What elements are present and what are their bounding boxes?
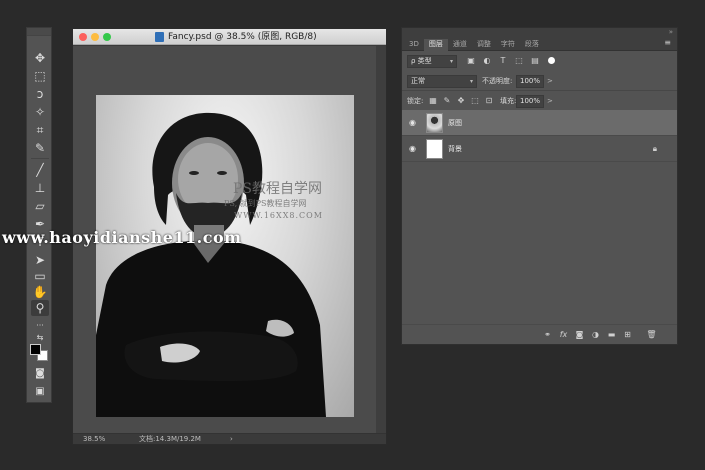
filter-kind-select[interactable]: ρ 类型 ▾ (407, 55, 457, 68)
lock-artboard-icon[interactable]: ⬚ (470, 96, 480, 106)
brush-tool-icon[interactable]: ╱ (31, 162, 49, 178)
blend-mode-value: 正常 (411, 77, 425, 85)
tab-layers[interactable]: 图层 (423, 39, 448, 51)
magic-wand-tool-icon[interactable]: ✧ (31, 104, 49, 120)
layer-name[interactable]: 原图 (448, 117, 462, 129)
lock-image-pixels-icon[interactable]: ✎ (442, 96, 452, 106)
fill-slider-caret[interactable]: > (547, 92, 553, 111)
layer-row-background[interactable]: ◉ 背景 🔒︎ (402, 136, 677, 162)
portrait-photo[interactable] (96, 95, 354, 417)
hand-tool-icon[interactable]: ✋ (31, 284, 49, 300)
mask-icon[interactable]: ◙ (574, 329, 585, 340)
layers-bottom-toolbar: ⚭ fx ◙ ◑ ▬ ⊞ 🗑︎ (402, 324, 677, 344)
panel-tab-bar: » 3D 图层 通道 调整 字符 段落 ≡ (402, 28, 677, 51)
shape-icon[interactable]: ⬚ (514, 56, 524, 66)
quick-mask-icon[interactable]: ◙ (31, 366, 49, 382)
lock-row: 锁定: ▦ ✎ ✥ ⬚ ⊡ 填充: 100% > (402, 92, 677, 111)
marquee-tool-icon[interactable]: ⬚ (31, 68, 49, 84)
fx-icon[interactable]: fx (558, 329, 569, 340)
lock-transparent-pixels-icon[interactable]: ▦ (428, 96, 438, 106)
type-icon[interactable]: T (498, 56, 508, 66)
image-icon[interactable]: ▣ (466, 56, 476, 66)
watermark-brand: PS教程自学网 (233, 181, 323, 197)
filter-kind-value: ρ 类型 (411, 57, 432, 65)
layer-thumbnail (426, 139, 443, 159)
new-layer-icon[interactable]: ⊞ (622, 329, 633, 340)
document-title-bar[interactable]: Fancy.psd @ 38.5% (原图, RGB/8) (73, 29, 386, 45)
link-icon[interactable]: ⚭ (542, 329, 553, 340)
rectangle-tool-icon[interactable]: ▭ (31, 268, 49, 284)
zoom-tool-icon[interactable]: ⚲ (31, 300, 49, 316)
layer-list: ◉ 原图 ◉ 背景 🔒︎ (402, 110, 677, 320)
tab-3d[interactable]: 3D (404, 39, 424, 51)
layer-thumbnail (426, 113, 443, 133)
lock-position-icon[interactable]: ✥ (456, 96, 466, 106)
tools-panel: ✥ ⬚ ↄ ✧ ⌗ ✎ ╱ ⊥ ▱ ✒ T ➤ ▭ ✋ ⚲ ··· ⇆ ◙ ▣ (26, 27, 52, 403)
tools-panel-grip[interactable] (27, 28, 51, 36)
layers-panel: » 3D 图层 通道 调整 字符 段落 ≡ ρ 类型 ▾ ▣ ◐ T ⬚ ▤ 正… (401, 27, 678, 345)
blend-row: 正常 ▾ 不透明度: 100% > (402, 72, 677, 91)
close-window-button[interactable] (79, 33, 87, 41)
smart-object-icon[interactable]: ▤ (530, 56, 540, 66)
watermark-url-big: www.haoyidianshe11.com (2, 228, 242, 247)
lasso-tool-icon[interactable]: ↄ (31, 86, 49, 102)
eraser-tool-icon[interactable]: ▱ (31, 198, 49, 214)
tab-character[interactable]: 字符 (496, 39, 520, 51)
watermark-sub: PS, 就到PS教程自学网 (224, 199, 307, 208)
collapse-panel-icon[interactable]: » (669, 28, 673, 36)
lock-all-icon[interactable]: ⊡ (484, 96, 494, 106)
crop-tool-icon[interactable]: ⌗ (31, 122, 49, 138)
trash-icon[interactable]: 🗑︎ (646, 329, 657, 340)
screen-mode-icon[interactable]: ▣ (31, 384, 49, 400)
lock-label: 锁定: (407, 97, 424, 105)
watermark-url-small: WWW.16XX8.COM (234, 211, 323, 220)
portrait-image (96, 112, 326, 417)
opacity-field[interactable]: 100% (516, 75, 544, 88)
maximize-window-button[interactable] (103, 33, 111, 41)
clone-stamp-tool-icon[interactable]: ⊥ (31, 180, 49, 196)
fill-label: 填充: (500, 97, 517, 105)
adjustment-icon[interactable]: ◐ (482, 56, 492, 66)
zoom-level[interactable]: 38.5% (83, 434, 105, 444)
eye-icon[interactable]: ◉ (409, 118, 416, 128)
lock-icon: 🔒︎ (652, 144, 657, 153)
document-vertical-scrollbar[interactable] (376, 46, 386, 433)
layer-filter-row: ρ 类型 ▾ ▣ ◐ T ⬚ ▤ (402, 52, 677, 71)
status-menu-arrow[interactable]: › (230, 434, 233, 444)
path-selection-tool-icon[interactable]: ➤ (31, 252, 49, 268)
document-size-info: 文档:14.3M/19.2M (139, 435, 201, 443)
chevron-down-icon: ▾ (449, 58, 453, 65)
blend-mode-select[interactable]: 正常 ▾ (407, 75, 477, 88)
psd-file-icon (155, 32, 164, 42)
panel-menu-icon[interactable]: ≡ (664, 37, 671, 49)
group-folder-icon[interactable]: ▬ (606, 329, 617, 340)
opacity-slider-caret[interactable]: > (547, 72, 553, 91)
layer-name[interactable]: 背景 (448, 143, 462, 155)
adjustment-layer-icon[interactable]: ◑ (590, 329, 601, 340)
eye-icon[interactable]: ◉ (409, 144, 416, 154)
document-title: Fancy.psd @ 38.5% (原图, RGB/8) (168, 32, 317, 42)
tab-channels[interactable]: 通道 (448, 39, 472, 51)
tab-paragraph[interactable]: 段落 (520, 39, 544, 51)
foreground-color-swatch[interactable] (30, 344, 41, 355)
layer-row-original[interactable]: ◉ 原图 (402, 110, 677, 136)
chevron-down-icon: ▾ (469, 78, 473, 85)
fill-field[interactable]: 100% (516, 95, 544, 108)
tab-adjustments[interactable]: 调整 (472, 39, 496, 51)
move-tool-icon[interactable]: ✥ (31, 50, 49, 66)
eyedropper-tool-icon[interactable]: ✎ (31, 140, 49, 156)
opacity-label: 不透明度: (482, 77, 513, 85)
filter-toggle-icon[interactable] (548, 57, 555, 64)
document-status-bar: 38.5% 文档:14.3M/19.2M › (73, 433, 386, 444)
minimize-window-button[interactable] (91, 33, 99, 41)
